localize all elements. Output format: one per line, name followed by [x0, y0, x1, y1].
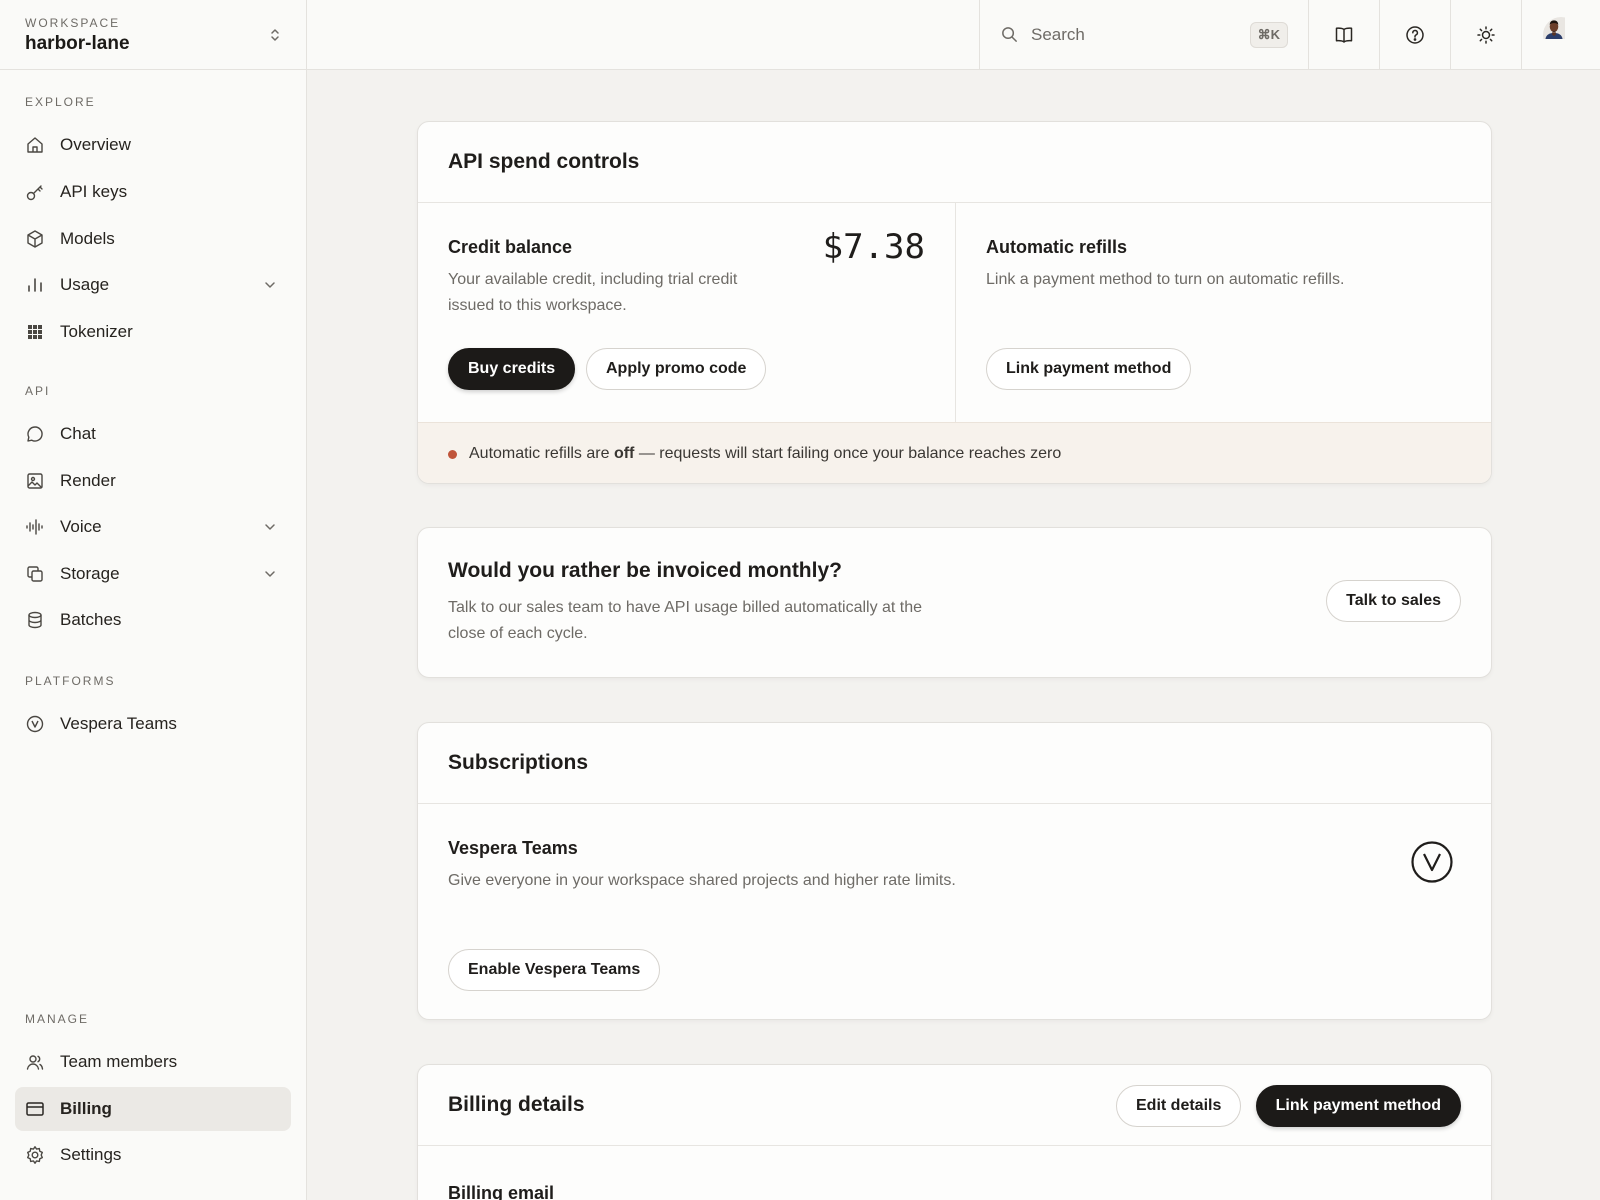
sidebar-item-render[interactable]: Render [15, 459, 291, 503]
sidebar: WORKSPACE harbor-lane EXPLORE Overview A… [0, 0, 307, 1200]
search-icon [1002, 27, 1017, 42]
avatar [1543, 16, 1579, 53]
buy-credits-button[interactable]: Buy credits [448, 348, 576, 390]
chevron-down-icon[interactable] [263, 278, 277, 292]
automatic-refills-description: Link a payment method to turn on automat… [986, 271, 1345, 288]
notice-status: off [613, 445, 635, 462]
sidebar-item-label: Batches [60, 610, 122, 629]
section-label-manage: MANAGE [25, 1012, 90, 1026]
sidebar-item-api-keys[interactable]: API keys [15, 170, 291, 214]
sidebar-item-overview[interactable]: Overview [15, 123, 291, 167]
talk-to-sales-button[interactable]: Talk to sales [1326, 580, 1461, 622]
bar-chart-icon [28, 278, 42, 292]
user-menu-button[interactable] [1521, 0, 1600, 69]
credit-balance-amount: $7.38 [822, 227, 925, 267]
sidebar-item-label: Team members [60, 1052, 178, 1071]
subscriptions-card: Subscriptions Vespera Teams Give everyon… [417, 722, 1492, 1020]
sidebar-item-storage[interactable]: Storage [15, 552, 291, 596]
book-icon [1335, 26, 1353, 43]
workspace-label: WORKSPACE [25, 16, 121, 30]
sidebar-item-label: Render [60, 471, 116, 490]
users-icon [26, 1055, 44, 1070]
sidebar-item-models[interactable]: Models [15, 217, 291, 261]
sidebar-item-usage[interactable]: Usage [15, 263, 291, 307]
chevron-down-icon[interactable] [263, 520, 277, 534]
notice-suffix: — requests will start failing once your … [634, 445, 1062, 462]
vespera-logo-icon [26, 715, 44, 733]
sidebar-item-label: Overview [60, 135, 131, 154]
api-spend-controls-card: API spend controls Credit balance $7.38 … [417, 121, 1492, 484]
topbar: Search ⌘K [307, 0, 1600, 70]
sidebar-item-label: Vespera Teams [60, 714, 177, 733]
workspace-switcher[interactable]: WORKSPACE harbor-lane [0, 0, 306, 70]
workspace-name: harbor-lane [25, 33, 130, 54]
sidebar-item-billing[interactable]: Billing [15, 1087, 291, 1131]
sidebar-item-label: Chat [60, 424, 96, 443]
sidebar-item-label: Models [60, 229, 115, 248]
subscription-item-title: Vespera Teams [448, 838, 578, 858]
database-icon [28, 611, 42, 629]
sidebar-item-tokenizer[interactable]: Tokenizer [15, 310, 291, 354]
credit-balance-panel: Credit balance $7.38 Your available cred… [418, 203, 956, 422]
subscription-item-description: Give everyone in your workspace shared p… [448, 872, 956, 889]
billing-email-label: Billing email [448, 1183, 555, 1200]
sidebar-item-settings[interactable]: Settings [15, 1133, 291, 1177]
enable-vespera-teams-button[interactable]: Enable Vespera Teams [448, 949, 661, 991]
docs-button[interactable] [1308, 0, 1379, 69]
grid-icon [28, 325, 42, 339]
sidebar-item-vespera-teams[interactable]: Vespera Teams [15, 702, 291, 746]
sidebar-item-label: Tokenizer [60, 322, 133, 341]
link-payment-method-button[interactable]: Link payment method [986, 348, 1192, 390]
sidebar-item-label: Billing [60, 1099, 112, 1118]
invoice-monthly-card: Would you rather be invoiced monthly? Ta… [417, 527, 1492, 678]
link-payment-method-button[interactable]: Link payment method [1255, 1085, 1461, 1127]
home-icon [27, 137, 43, 153]
sidebar-item-voice[interactable]: Voice [15, 505, 291, 549]
invoice-title: Would you rather be invoiced monthly? [448, 559, 842, 582]
help-button[interactable] [1379, 0, 1450, 69]
credit-balance-title: Credit balance [448, 237, 573, 257]
sidebar-item-team-members[interactable]: Team members [15, 1040, 291, 1084]
sidebar-item-chat[interactable]: Chat [15, 412, 291, 456]
copy-icon [27, 566, 43, 582]
key-icon [26, 185, 43, 201]
section-label-platforms: PLATFORMS [25, 674, 116, 688]
chat-bubble-icon [27, 426, 43, 442]
automatic-refills-title: Automatic refills [986, 237, 1128, 257]
sidebar-item-label: Storage [60, 564, 120, 583]
image-icon [27, 473, 43, 489]
sidebar-item-label: Usage [60, 275, 110, 294]
apply-promo-code-button[interactable]: Apply promo code [586, 348, 767, 390]
vespera-logo-icon [1411, 841, 1453, 883]
chevron-up-down-icon [271, 29, 279, 41]
waveform-icon [26, 519, 43, 535]
search-input[interactable]: Search ⌘K [979, 0, 1308, 69]
gear-icon [27, 1146, 43, 1164]
sidebar-item-label: Settings [60, 1145, 122, 1164]
credit-balance-description: Your available credit, including trial c… [448, 271, 738, 314]
card-title: API spend controls [418, 122, 1491, 203]
invoice-description: Talk to our sales team to have API usage… [448, 599, 923, 642]
chevron-down-icon[interactable] [263, 567, 277, 581]
search-placeholder: Search [1031, 24, 1085, 44]
section-label-explore: EXPLORE [25, 95, 96, 109]
card-title: Subscriptions [418, 723, 1491, 804]
sun-icon [1477, 25, 1495, 44]
refills-off-notice: Automatic refills are off — requests wil… [418, 422, 1491, 483]
section-label-api: API [25, 384, 51, 398]
sidebar-item-label: Voice [60, 517, 102, 536]
sidebar-item-batches[interactable]: Batches [15, 598, 291, 642]
credit-card-icon [26, 1102, 44, 1116]
sidebar-item-label: API keys [60, 182, 128, 201]
help-icon [1406, 25, 1424, 44]
billing-details-card: Billing details Edit details Link paymen… [417, 1064, 1492, 1200]
notice-prefix: Automatic refills are [469, 445, 614, 462]
status-dot [448, 450, 457, 459]
automatic-refills-panel: Automatic refills Link a payment method … [956, 203, 1491, 422]
theme-toggle-button[interactable] [1450, 0, 1521, 69]
cube-icon [27, 230, 43, 248]
edit-details-button[interactable]: Edit details [1116, 1085, 1242, 1127]
search-shortcut-badge: ⌘K [1249, 22, 1288, 48]
